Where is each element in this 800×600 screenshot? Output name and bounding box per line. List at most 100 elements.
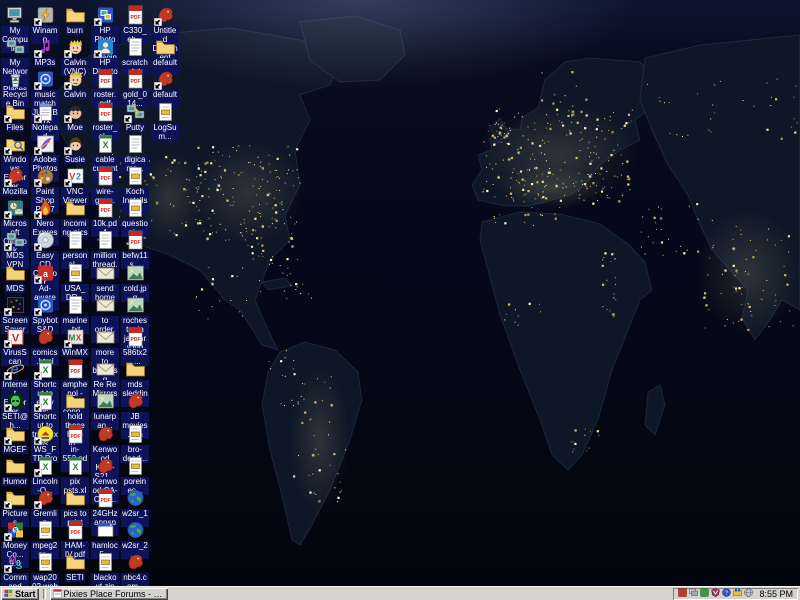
desktop-icon[interactable]: Moe [61, 102, 89, 132]
money-icon: $ [5, 520, 26, 540]
tray-icon-green[interactable] [700, 588, 709, 599]
svg-text:PDF: PDF [130, 337, 140, 343]
svg-text:PDF: PDF [130, 240, 140, 246]
desktop[interactable]: My ComputerWinampburnHP Photo & ImagingP… [0, 0, 800, 586]
desktop-icon[interactable]: Mozilla [1, 166, 29, 196]
folder-icon [65, 488, 86, 508]
svg-text:V: V [11, 333, 19, 345]
desktop-icon[interactable]: wap2002 web in... [31, 552, 59, 586]
desktop-icon[interactable]: Humor [1, 456, 29, 486]
doczip-icon [35, 520, 56, 540]
pdf-icon: PDF [125, 327, 146, 347]
explorer-icon [5, 134, 26, 154]
folder-icon [5, 456, 26, 476]
taskbar-clock[interactable]: 8:55 PM [759, 589, 793, 599]
excel-icon: X [65, 456, 86, 476]
excel-icon: X [95, 134, 116, 154]
tray-icon-globe[interactable] [744, 588, 753, 599]
doczip-icon [125, 166, 146, 186]
tray-icon-monitors[interactable] [689, 588, 698, 599]
svg-text:?: ? [725, 591, 728, 597]
svg-text:X: X [42, 397, 48, 407]
putty-icon [125, 102, 146, 122]
icon-label: nbc4.com - Consum... [121, 573, 149, 586]
tray-icon-blue[interactable]: ? [722, 588, 731, 599]
mozdoc-icon [125, 552, 146, 572]
desktop-icon[interactable]: MDS [1, 263, 29, 293]
excel-icon: X [35, 391, 56, 411]
image-icon [125, 295, 146, 315]
desktop-icon[interactable]: Susie [61, 134, 89, 164]
envelope-icon [95, 263, 116, 283]
desktop-icon[interactable]: Files [1, 102, 29, 132]
desktop-icon[interactable]: Putty [121, 102, 149, 132]
virusscan-icon: V [5, 327, 26, 347]
tray-icon-plug[interactable] [733, 588, 742, 599]
tray-icon-shield[interactable] [711, 588, 720, 599]
desktop-icon-grid: My ComputerWinampburnHP Photo & ImagingP… [0, 0, 800, 586]
icon-label: burn [66, 26, 84, 35]
adaware-icon: a [35, 263, 56, 283]
taskbar-task-button[interactable]: Pixies Place Forums - Pos... [50, 588, 168, 600]
icon-label: wap2002 web in... [31, 573, 59, 586]
folder-icon [5, 424, 26, 444]
tray-icon-red[interactable] [678, 588, 687, 599]
folder-icon [65, 552, 86, 572]
network-icon [5, 37, 26, 57]
icon-label: blackout.zip [91, 573, 119, 586]
psp-icon [35, 166, 56, 186]
mozdoc-icon [155, 69, 176, 89]
svg-text:2: 2 [75, 172, 80, 182]
svg-text:PDF: PDF [130, 15, 140, 21]
winamp-icon [35, 5, 56, 25]
doczip-icon [125, 456, 146, 476]
appblue-icon [35, 69, 56, 89]
notepad-icon [35, 102, 56, 122]
start-button[interactable]: Start [1, 588, 39, 600]
excel-icon: X [35, 359, 56, 379]
pdf-icon: PDF [95, 69, 116, 89]
flame-icon [35, 198, 56, 218]
hpdirector-icon [95, 37, 116, 57]
svg-text:PDF: PDF [130, 79, 140, 85]
svg-text:PDF: PDF [70, 434, 80, 440]
desktop-icon[interactable]: MGEF [1, 424, 29, 454]
moe-icon [65, 102, 86, 122]
desktop-icon[interactable]: LogSum... [151, 102, 179, 141]
desktop-icon[interactable]: blackout.zip [91, 552, 119, 586]
desktop-icon[interactable]: MSCommand Prompt [1, 552, 29, 586]
folder-icon [65, 5, 86, 25]
computer-icon [5, 5, 26, 25]
text-icon [125, 37, 146, 57]
cd-icon [35, 230, 56, 250]
icon-label: Files [6, 123, 25, 132]
pdf-icon: PDF [95, 198, 116, 218]
mozdoc-icon [95, 424, 116, 444]
icon-label: Moe [66, 123, 84, 132]
screensaver-icon [5, 295, 26, 315]
desktop-icon[interactable]: SETI [61, 552, 89, 582]
desktop-icon[interactable]: nbc4.com - Consum... [121, 552, 149, 586]
icon-label: Mozilla [2, 187, 29, 196]
appblue-icon [35, 295, 56, 315]
icon-label: SETI [65, 573, 85, 582]
folder-icon [65, 198, 86, 218]
mozdoc-icon [5, 166, 26, 186]
pdf-icon: PDF [95, 102, 116, 122]
icon-label: MP3s [34, 58, 56, 67]
calvin-icon [65, 69, 86, 89]
winmx-icon: MX [65, 327, 86, 347]
desktop-icon[interactable]: MP3s [31, 37, 59, 67]
folder-icon [5, 488, 26, 508]
svg-text:X: X [42, 365, 48, 375]
svg-text:PDF: PDF [100, 79, 110, 85]
pdf-icon: PDF [125, 5, 146, 25]
icon-label: Susie [64, 155, 86, 164]
excel-icon: X [35, 456, 56, 476]
desktop-icon[interactable]: burn [61, 5, 89, 35]
desktop-icon[interactable]: MXWinMX [61, 327, 89, 357]
mozdoc-icon [35, 488, 56, 508]
desktop-icon[interactable]: Calvin [61, 69, 89, 99]
folder-icon [5, 102, 26, 122]
svg-text:S: S [15, 561, 22, 572]
